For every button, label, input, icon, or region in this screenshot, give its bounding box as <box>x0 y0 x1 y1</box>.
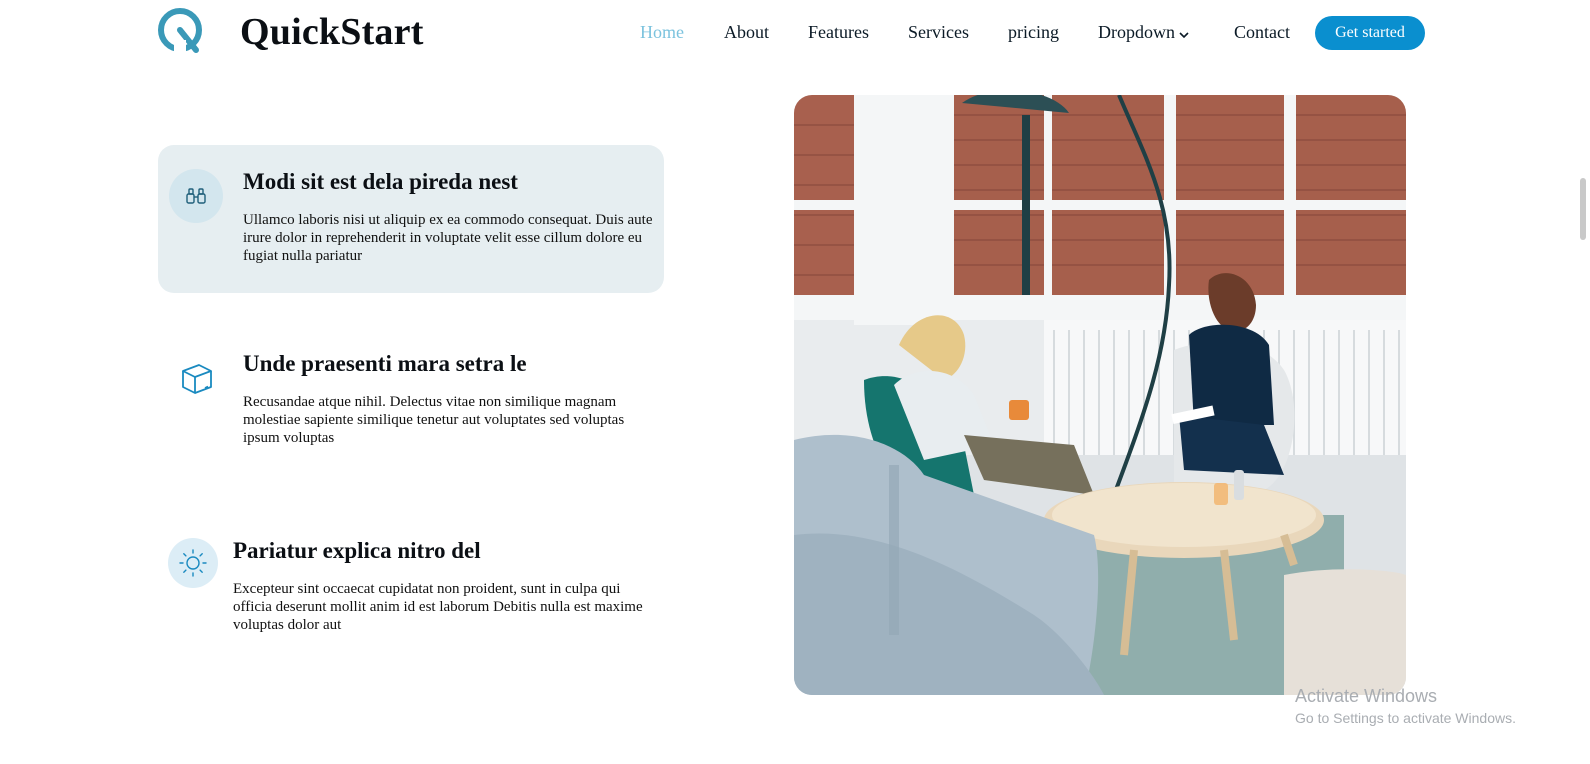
nav-dropdown[interactable]: Dropdown <box>1098 22 1189 44</box>
windows-activation-watermark: Activate Windows Go to Settings to activ… <box>1295 686 1516 726</box>
feature-title: Unde praesenti mara setra le <box>243 351 527 376</box>
nav-features[interactable]: Features <box>808 22 869 43</box>
logo-icon[interactable] <box>156 6 208 58</box>
nav-pricing[interactable]: pricing <box>1008 22 1059 43</box>
nav-dropdown-label: Dropdown <box>1098 22 1175 42</box>
nav-contact[interactable]: Contact <box>1234 22 1290 43</box>
watermark-title: Activate Windows <box>1295 686 1438 706</box>
feature-card-3[interactable]: Pariatur explica nitro del Excepteur sin… <box>158 518 664 648</box>
sun-icon <box>168 538 218 588</box>
chevron-down-icon <box>1179 23 1189 44</box>
feature-card-1[interactable]: Modi sit est dela pireda nest Ullamco la… <box>158 145 664 293</box>
feature-title: Pariatur explica nitro del <box>233 538 481 563</box>
feature-title: Modi sit est dela pireda nest <box>243 169 518 194</box>
brand-name[interactable]: QuickStart <box>240 10 424 54</box>
nav-services[interactable]: Services <box>908 22 969 43</box>
get-started-button[interactable]: Get started <box>1315 16 1425 50</box>
nav-home[interactable]: Home <box>640 22 684 43</box>
binoculars-icon <box>169 169 223 223</box>
feature-description: Ullamco laboris nisi ut aliquip ex ea co… <box>243 212 653 264</box>
watermark-subtitle: Go to Settings to activate Windows. <box>1295 710 1516 726</box>
box-icon <box>169 351 223 405</box>
feature-description: Recusandae atque nihil. Delectus vitae n… <box>243 394 625 446</box>
nav-about[interactable]: About <box>724 22 769 43</box>
office-meeting-photo <box>794 95 1406 695</box>
feature-card-2[interactable]: Unde praesenti mara setra le Recusandae … <box>158 333 664 463</box>
page-scrollbar[interactable] <box>1568 0 1590 764</box>
feature-description: Excepteur sint occaecat cupidatat non pr… <box>233 581 643 633</box>
site-header: QuickStart Home About Features Services … <box>0 0 1568 70</box>
scrollbar-thumb[interactable] <box>1580 178 1586 240</box>
